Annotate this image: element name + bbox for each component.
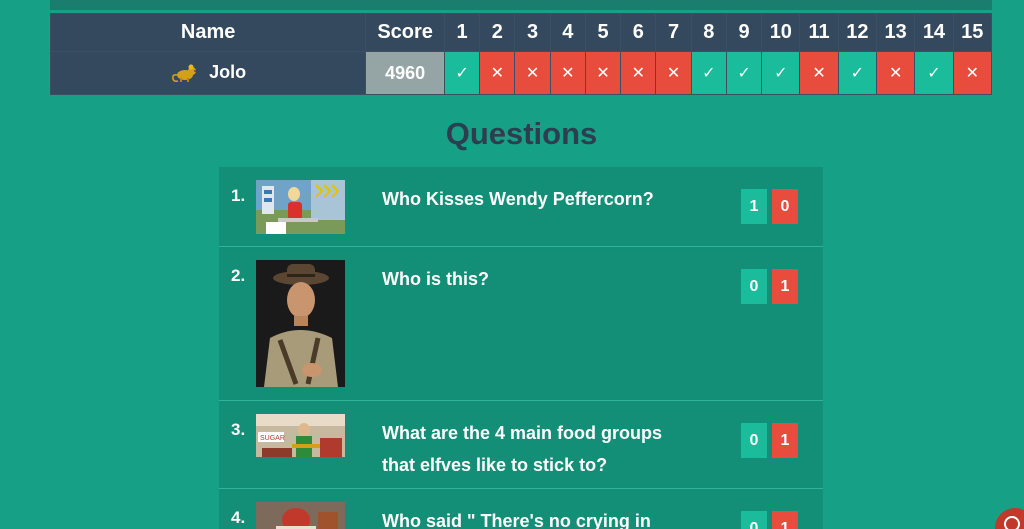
- result-cell: ✕: [584, 51, 622, 95]
- right-count-badge: 0: [741, 511, 767, 529]
- top-strip: [50, 0, 992, 10]
- header-q8: 8: [690, 13, 727, 52]
- cross-icon: ✕: [631, 65, 645, 82]
- cross-icon: ✕: [888, 65, 903, 82]
- header-q6: 6: [620, 13, 657, 52]
- player-score: 4960: [365, 51, 445, 95]
- question-number: 3.: [231, 420, 246, 439]
- result-cell: ✕: [514, 51, 551, 95]
- cross-icon: ✕: [525, 65, 540, 82]
- check-icon: ✓: [927, 65, 941, 82]
- header-q10: 10: [761, 13, 801, 52]
- check-icon: ✓: [702, 65, 716, 82]
- result-cell: ✓: [914, 51, 954, 95]
- question-image[interactable]: [256, 502, 345, 529]
- question-counts: 10: [741, 189, 803, 224]
- wrong-count-badge: 1: [772, 423, 798, 458]
- questions-list: 1. Who Kisses Wendy Peffercorn? 1 0 2. W…: [219, 167, 823, 529]
- question-counts: 01: [741, 269, 803, 304]
- wrong-count-badge: 1: [772, 269, 798, 304]
- result-cell: ✓: [837, 51, 878, 95]
- question-number: 4.: [231, 508, 246, 527]
- cross-icon: ✕: [812, 65, 826, 82]
- result-cell: ✓: [690, 51, 727, 95]
- player-name-cell: Jolo: [49, 51, 367, 95]
- svg-text:SUGAR: SUGAR: [260, 435, 285, 442]
- header-q7: 7: [655, 13, 692, 52]
- page: Name Score 1 2 3 4 5 6 7 8 9 10 11 12 13…: [0, 0, 1024, 529]
- question-image[interactable]: [256, 260, 345, 387]
- check-icon: ✓: [774, 65, 788, 82]
- right-count-badge: 0: [741, 423, 767, 458]
- cross-icon: ✕: [596, 65, 610, 82]
- result-cell: ✓: [725, 51, 763, 95]
- header-q3: 3: [514, 13, 551, 52]
- result-cell: ✕: [952, 51, 993, 95]
- mouse-icon: [172, 64, 197, 83]
- question-text: Who Kisses Wendy Peffercorn?: [382, 189, 654, 209]
- result-cell: ✕: [655, 51, 692, 95]
- question-text: Who said " There's no crying in: [382, 511, 651, 529]
- result-cell: ✓: [761, 51, 801, 95]
- right-count-badge: 0: [741, 269, 767, 304]
- question-image[interactable]: [256, 180, 345, 234]
- check-icon: ✓: [455, 65, 469, 82]
- result-cell: ✕: [876, 51, 916, 95]
- header-q2: 2: [479, 13, 516, 52]
- header-q5: 5: [584, 13, 622, 52]
- scoreboard-table: Name Score 1 2 3 4 5 6 7 8 9 10 11 12 13…: [49, 13, 993, 95]
- question-item[interactable]: 2. Who is this? 01: [219, 247, 823, 401]
- player-name: Jolo: [209, 61, 247, 82]
- cross-icon: ✕: [561, 65, 575, 82]
- question-counts: 01: [741, 423, 803, 458]
- question-image[interactable]: SUGAR: [256, 414, 345, 457]
- help-chat-icon[interactable]: [995, 508, 1024, 529]
- questions-heading: Questions: [445, 116, 598, 151]
- header-q9: 9: [725, 13, 763, 52]
- right-count-badge: 1: [741, 189, 767, 224]
- header-q11: 11: [799, 13, 839, 52]
- header-q4: 4: [549, 13, 586, 52]
- cross-icon: ✕: [965, 65, 979, 82]
- question-item[interactable]: 3. SUGAR What are the 4 main food groups…: [219, 401, 823, 489]
- question-number: 1.: [231, 186, 246, 205]
- result-cell: ✕: [799, 51, 839, 95]
- header-q13: 13: [876, 13, 916, 52]
- question-text: Who is this?: [382, 269, 489, 289]
- header-name[interactable]: Name: [49, 13, 367, 52]
- header-q15: 15: [952, 13, 993, 52]
- cross-icon: ✕: [666, 65, 681, 82]
- wrong-count-badge: 1: [772, 511, 798, 529]
- scoreboard-header-row: Name Score 1 2 3 4 5 6 7 8 9 10 11 12 13…: [49, 13, 993, 52]
- question-number: 2.: [231, 266, 246, 285]
- wrong-count-badge: 0: [772, 189, 798, 224]
- cross-icon: ✕: [490, 65, 504, 82]
- question-item[interactable]: 1. Who Kisses Wendy Peffercorn? 1 0: [219, 167, 823, 247]
- check-icon: ✓: [737, 65, 751, 82]
- player-row: Jolo 4960 ✓ ✕ ✕ ✕ ✕ ✕ ✕ ✓ ✓ ✓ ✕ ✓ ✕ ✓ ✕: [49, 51, 993, 95]
- header-q12: 12: [837, 13, 878, 52]
- question-text: What are the 4 main food groups that elf…: [382, 423, 663, 475]
- header-q14: 14: [914, 13, 954, 52]
- header-q1: 1: [443, 13, 481, 52]
- header-score[interactable]: Score: [365, 13, 445, 52]
- result-cell: ✕: [479, 51, 516, 95]
- result-cell: ✕: [549, 51, 586, 95]
- result-cell: ✓: [443, 51, 481, 95]
- check-icon: ✓: [850, 65, 865, 82]
- question-item[interactable]: 4. Who said " There's no crying in 01: [219, 489, 823, 529]
- result-cell: ✕: [620, 51, 657, 95]
- question-counts: 01: [741, 511, 803, 529]
